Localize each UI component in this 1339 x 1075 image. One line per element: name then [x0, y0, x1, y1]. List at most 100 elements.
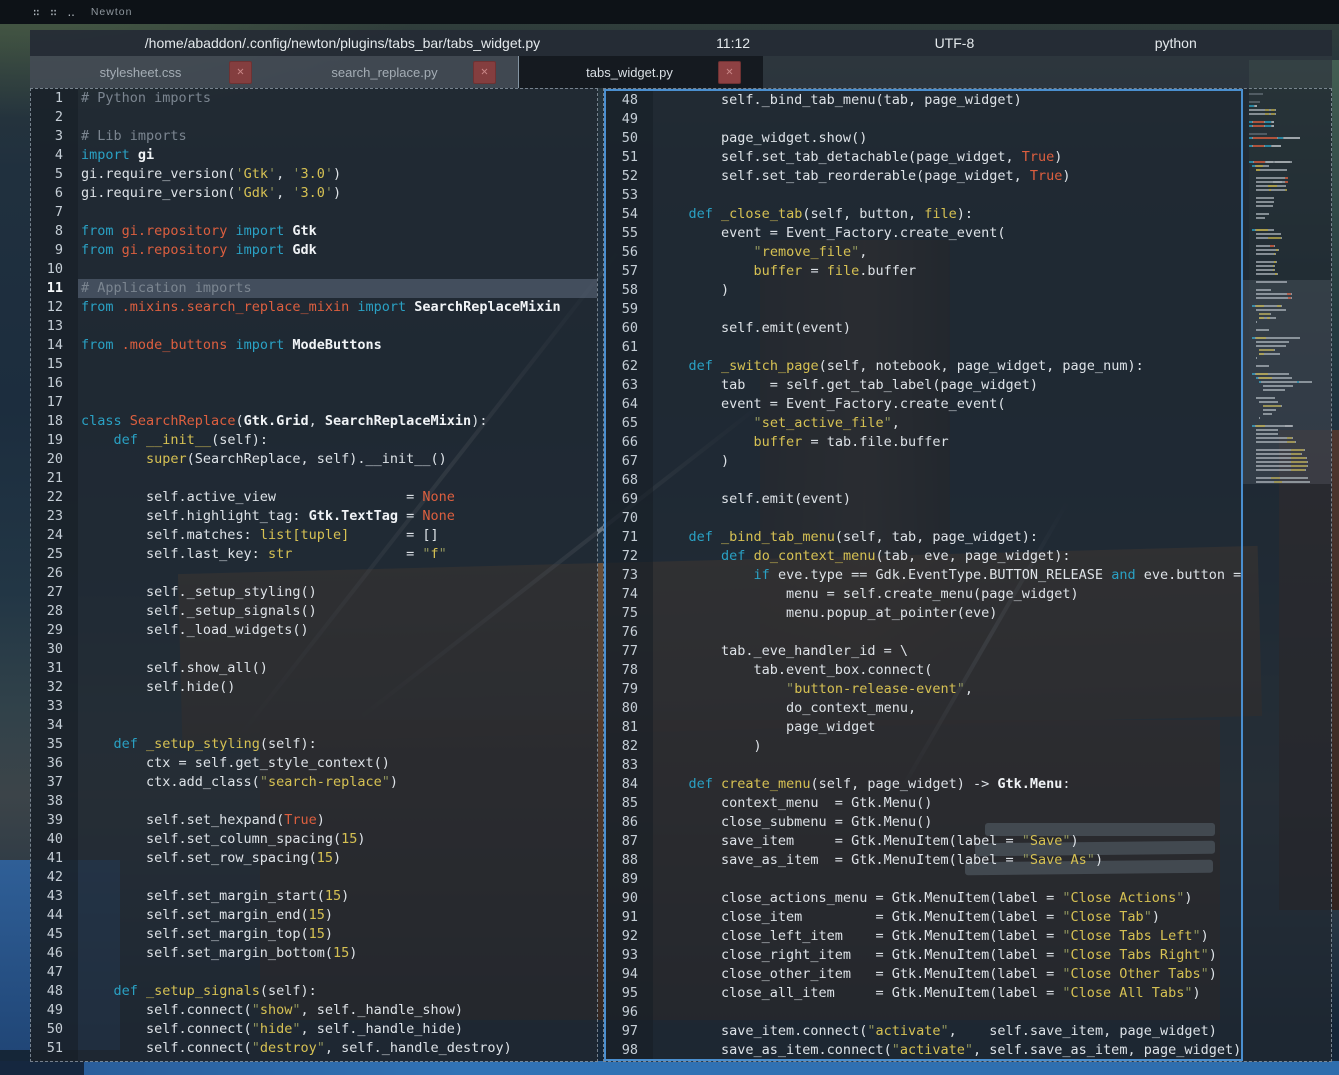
tab-search-replace-py[interactable]: search_replace.py✕: [274, 56, 518, 88]
line-number: 46: [31, 944, 78, 963]
code-line: close_other_item = Gtk.MenuItem(label = …: [653, 965, 1241, 984]
code-line: self.set_hexpand(True): [78, 811, 597, 830]
editor-pane-right[interactable]: 4849505152535455565758596061626364656667…: [603, 88, 1332, 1062]
code-line: from .mode_buttons import ModeButtons: [78, 336, 597, 355]
minimap-viewport[interactable]: [1243, 280, 1331, 484]
code-line: self.connect("show", self._handle_show): [78, 1001, 597, 1020]
line-number: 59: [606, 300, 653, 319]
code-line: def __init__(self):: [78, 431, 597, 450]
window-titlebar: ∷ ∷ ‥ Newton: [0, 0, 1339, 24]
line-number: 7: [31, 203, 78, 222]
line-number: 5: [31, 165, 78, 184]
line-number: 62: [606, 357, 653, 376]
code-line: self.last_key: str = "f": [78, 545, 597, 564]
line-number: 16: [31, 374, 78, 393]
code-line: self._setup_signals(): [78, 602, 597, 621]
tab-close-button[interactable]: ✕: [718, 61, 741, 84]
line-number: 64: [606, 395, 653, 414]
code-line: [78, 1058, 597, 1061]
code-line: buffer = tab.file.buffer: [653, 433, 1241, 452]
language-indicator[interactable]: python: [1098, 35, 1254, 51]
code-line: [78, 374, 597, 393]
encoding-indicator[interactable]: UTF-8: [811, 35, 1097, 51]
line-number: 49: [606, 110, 653, 129]
line-number: 65: [606, 414, 653, 433]
code-line: ): [653, 737, 1241, 756]
code-line: self.matches: list[tuple] = []: [78, 526, 597, 545]
line-number: 10: [31, 260, 78, 279]
line-number: 8: [31, 222, 78, 241]
code-line: event = Event_Factory.create_event(: [653, 395, 1241, 414]
code-line: [653, 623, 1241, 642]
code-line: from gi.repository import Gdk: [78, 241, 597, 260]
line-number: 97: [606, 1022, 653, 1041]
line-number: 91: [606, 908, 653, 927]
line-number: 96: [606, 1003, 653, 1022]
code-line: self.set_margin_start(15): [78, 887, 597, 906]
clock: 11:12: [655, 35, 811, 51]
line-number: 61: [606, 338, 653, 357]
tab-close-button[interactable]: ✕: [473, 61, 496, 84]
code-line: [653, 186, 1241, 205]
line-number: 45: [31, 925, 78, 944]
line-number: 93: [606, 946, 653, 965]
code-line: ctx.add_class("search-replace"): [78, 773, 597, 792]
line-number: 42: [31, 868, 78, 887]
line-number: 25: [31, 545, 78, 564]
code-line: [653, 870, 1241, 889]
code-line: [78, 260, 597, 279]
code-line: tab = self.get_tab_label(page_widget): [653, 376, 1241, 395]
line-number: 13: [31, 317, 78, 336]
code-line: do_context_menu,: [653, 699, 1241, 718]
line-number: 80: [606, 699, 653, 718]
line-number: 71: [606, 528, 653, 547]
editor-focused-view[interactable]: 4849505152535455565758596061626364656667…: [604, 89, 1243, 1061]
minimap[interactable]: [1243, 89, 1331, 1061]
editor-window: /home/abaddon/.config/newton/plugins/tab…: [30, 30, 1332, 1062]
line-number: 51: [31, 1039, 78, 1058]
line-number: 43: [31, 887, 78, 906]
line-number: 29: [31, 621, 78, 640]
editor-split: 1234567891011121314151617181920212223242…: [30, 88, 1332, 1062]
line-number: 95: [606, 984, 653, 1003]
code-line: [78, 868, 597, 887]
line-number: 23: [31, 507, 78, 526]
code-line: close_left_item = Gtk.MenuItem(label = "…: [653, 927, 1241, 946]
line-number: 30: [31, 640, 78, 659]
code-area[interactable]: # Python imports# Lib importsimport gigi…: [78, 89, 597, 1061]
editor-pane-left[interactable]: 1234567891011121314151617181920212223242…: [30, 88, 598, 1062]
line-number: 21: [31, 469, 78, 488]
code-line: [78, 697, 597, 716]
code-line: "set_active_file",: [653, 414, 1241, 433]
code-line: self.emit(event): [653, 490, 1241, 509]
line-number: 41: [31, 849, 78, 868]
code-line: save_as_item = Gtk.MenuItem(label = "Sav…: [653, 851, 1241, 870]
tab-tabs-widget-py[interactable]: tabs_widget.py ✕: [518, 56, 763, 88]
code-line: self.set_column_spacing(15): [78, 830, 597, 849]
tab-close-button[interactable]: ✕: [229, 61, 252, 84]
line-number: 56: [606, 243, 653, 262]
line-number: 74: [606, 585, 653, 604]
code-area[interactable]: self._bind_tab_menu(tab, page_widget) pa…: [653, 91, 1241, 1059]
code-line: self.set_margin_top(15): [78, 925, 597, 944]
line-number-gutter: 4849505152535455565758596061626364656667…: [606, 91, 653, 1059]
tab-label: tabs_widget.py: [519, 65, 714, 80]
line-number: 39: [31, 811, 78, 830]
code-line: self.set_margin_bottom(15): [78, 944, 597, 963]
code-line: [78, 963, 597, 982]
line-number: 26: [31, 564, 78, 583]
line-number: 54: [606, 205, 653, 224]
code-line: self.connect("destroy", self._handle_des…: [78, 1039, 597, 1058]
line-number: 6: [31, 184, 78, 203]
code-line: tab.event_box.connect(: [653, 661, 1241, 680]
code-line: self.set_tab_detachable(page_widget, Tru…: [653, 148, 1241, 167]
line-number: 52: [606, 167, 653, 186]
line-number: 27: [31, 583, 78, 602]
tab-stylesheet-css[interactable]: stylesheet.css✕: [30, 56, 274, 88]
code-line: # Lib imports: [78, 127, 597, 146]
line-number: 50: [606, 129, 653, 148]
workspace-indicator-icon[interactable]: ∷ ∷ ‥: [33, 6, 77, 19]
code-line: [653, 471, 1241, 490]
line-number: 12: [31, 298, 78, 317]
code-line: "button-release-event",: [653, 680, 1241, 699]
